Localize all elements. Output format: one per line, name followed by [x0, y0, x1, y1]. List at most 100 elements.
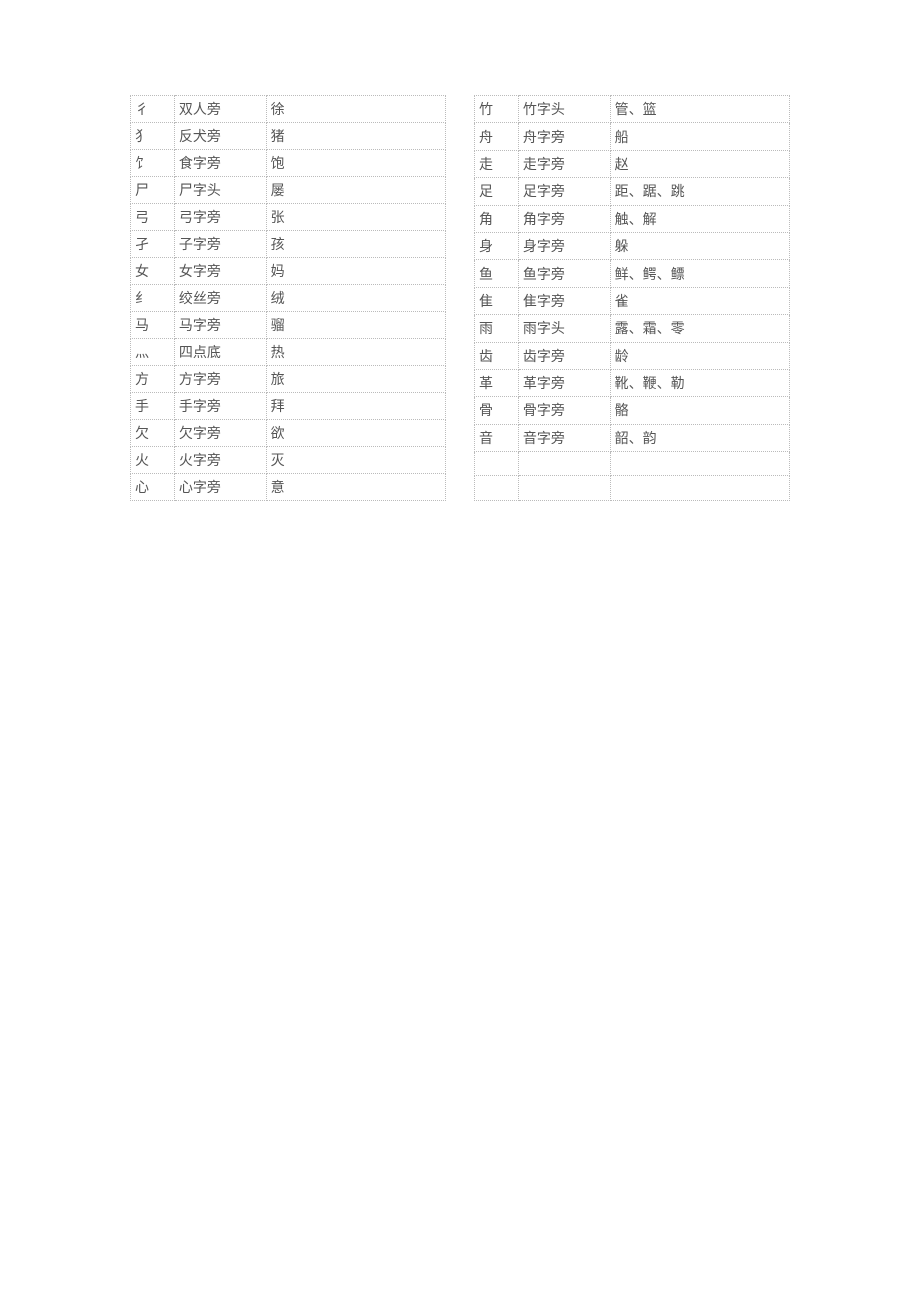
table-row: 火火字旁灭 — [131, 447, 446, 474]
table-row: 音音字旁韶、韵 — [475, 424, 790, 451]
examples-cell: 张 — [266, 204, 445, 231]
examples-cell: 赵 — [610, 150, 789, 177]
table-row: 彳双人旁徐 — [131, 96, 446, 123]
table-row: 灬四点底热 — [131, 339, 446, 366]
examples-cell: 距、踞、跳 — [610, 178, 789, 205]
radical-cell: 角 — [475, 205, 519, 232]
radical-cell: 彳 — [131, 96, 175, 123]
examples-cell: 韶、韵 — [610, 424, 789, 451]
table-row: 竹竹字头管、篮 — [475, 96, 790, 123]
radical-name-cell: 四点底 — [174, 339, 266, 366]
right-table: 竹竹字头管、篮舟舟字旁船走走字旁赵足足字旁距、踞、跳角角字旁触、解身身字旁躲鱼鱼… — [474, 95, 790, 501]
examples-cell: 屡 — [266, 177, 445, 204]
radical-cell: 饣 — [131, 150, 175, 177]
examples-cell: 雀 — [610, 287, 789, 314]
table-row: 弓弓字旁张 — [131, 204, 446, 231]
radical-cell: 灬 — [131, 339, 175, 366]
examples-cell: 管、篮 — [610, 96, 789, 123]
examples-cell: 鲜、鳄、鳔 — [610, 260, 789, 287]
table-row: 尸尸字头屡 — [131, 177, 446, 204]
radical-cell: 竹 — [475, 96, 519, 123]
examples-cell: 船 — [610, 123, 789, 150]
radical-name-cell — [518, 476, 610, 501]
table-row: 身身字旁躲 — [475, 232, 790, 259]
table-row: 革革字旁靴、鞭、勒 — [475, 369, 790, 396]
table-row — [475, 452, 790, 476]
radical-name-cell: 食字旁 — [174, 150, 266, 177]
radical-name-cell: 绞丝旁 — [174, 285, 266, 312]
radical-cell: 方 — [131, 366, 175, 393]
radical-name-cell: 手字旁 — [174, 393, 266, 420]
radical-cell: 革 — [475, 369, 519, 396]
radical-name-cell — [518, 452, 610, 476]
radical-name-cell: 齿字旁 — [518, 342, 610, 369]
radical-name-cell: 方字旁 — [174, 366, 266, 393]
radical-cell: 犭 — [131, 123, 175, 150]
examples-cell: 骼 — [610, 397, 789, 424]
radical-cell: 火 — [131, 447, 175, 474]
radical-name-cell: 雨字头 — [518, 315, 610, 342]
radical-name-cell: 反犬旁 — [174, 123, 266, 150]
examples-cell: 猪 — [266, 123, 445, 150]
table-row — [475, 476, 790, 501]
examples-cell: 绒 — [266, 285, 445, 312]
examples-cell — [610, 476, 789, 501]
radical-cell — [475, 476, 519, 501]
table-row: 足足字旁距、踞、跳 — [475, 178, 790, 205]
table-row: 马马字旁骝 — [131, 312, 446, 339]
examples-cell: 龄 — [610, 342, 789, 369]
radical-name-cell: 心字旁 — [174, 474, 266, 501]
radical-name-cell: 音字旁 — [518, 424, 610, 451]
examples-cell: 灭 — [266, 447, 445, 474]
examples-cell: 妈 — [266, 258, 445, 285]
examples-cell: 热 — [266, 339, 445, 366]
radical-cell: 弓 — [131, 204, 175, 231]
radical-cell: 鱼 — [475, 260, 519, 287]
table-row: 雨雨字头露、霜、零 — [475, 315, 790, 342]
left-table: 彳双人旁徐犭反犬旁猪饣食字旁饱尸尸字头屡弓弓字旁张孑子字旁孩女女字旁妈纟绞丝旁绒… — [130, 95, 446, 501]
radical-name-cell: 欠字旁 — [174, 420, 266, 447]
radical-cell: 心 — [131, 474, 175, 501]
radical-name-cell: 角字旁 — [518, 205, 610, 232]
table-row: 齿齿字旁龄 — [475, 342, 790, 369]
radical-name-cell: 马字旁 — [174, 312, 266, 339]
table-row: 犭反犬旁猪 — [131, 123, 446, 150]
table-row: 骨骨字旁骼 — [475, 397, 790, 424]
radical-cell: 尸 — [131, 177, 175, 204]
table-row: 方方字旁旅 — [131, 366, 446, 393]
radical-name-cell: 火字旁 — [174, 447, 266, 474]
radical-cell: 齿 — [475, 342, 519, 369]
examples-cell: 靴、鞭、勒 — [610, 369, 789, 396]
radical-name-cell: 隹字旁 — [518, 287, 610, 314]
table-row: 手手字旁拜 — [131, 393, 446, 420]
radical-cell: 舟 — [475, 123, 519, 150]
examples-cell: 露、霜、零 — [610, 315, 789, 342]
radical-cell: 马 — [131, 312, 175, 339]
examples-cell: 躲 — [610, 232, 789, 259]
table-row: 欠欠字旁欲 — [131, 420, 446, 447]
radical-name-cell: 竹字头 — [518, 96, 610, 123]
examples-cell: 徐 — [266, 96, 445, 123]
radical-cell: 手 — [131, 393, 175, 420]
table-row: 走走字旁赵 — [475, 150, 790, 177]
radical-cell: 音 — [475, 424, 519, 451]
radical-name-cell: 身字旁 — [518, 232, 610, 259]
radical-cell: 纟 — [131, 285, 175, 312]
radical-cell: 走 — [475, 150, 519, 177]
table-row: 饣食字旁饱 — [131, 150, 446, 177]
radical-cell: 雨 — [475, 315, 519, 342]
examples-cell: 触、解 — [610, 205, 789, 232]
examples-cell: 骝 — [266, 312, 445, 339]
table-row: 纟绞丝旁绒 — [131, 285, 446, 312]
examples-cell: 饱 — [266, 150, 445, 177]
radical-name-cell: 子字旁 — [174, 231, 266, 258]
table-row: 孑子字旁孩 — [131, 231, 446, 258]
radical-name-cell: 舟字旁 — [518, 123, 610, 150]
radical-name-cell: 尸字头 — [174, 177, 266, 204]
radical-name-cell: 足字旁 — [518, 178, 610, 205]
examples-cell: 欲 — [266, 420, 445, 447]
table-row: 舟舟字旁船 — [475, 123, 790, 150]
radical-cell: 孑 — [131, 231, 175, 258]
radical-name-cell: 双人旁 — [174, 96, 266, 123]
radical-cell: 隹 — [475, 287, 519, 314]
